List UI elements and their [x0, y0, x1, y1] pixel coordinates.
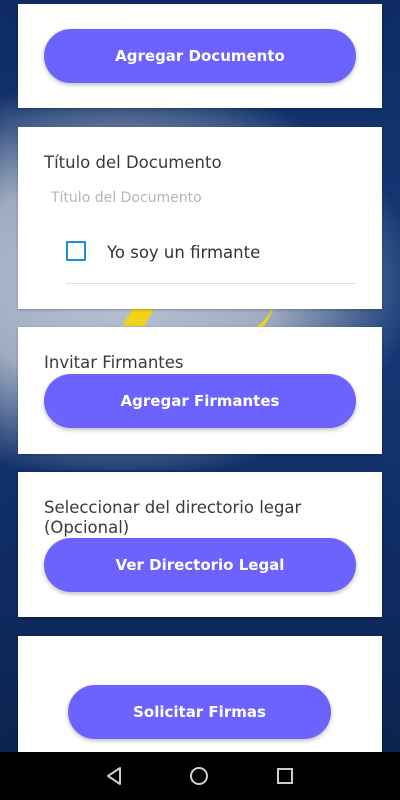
recents-icon[interactable] [275, 766, 295, 786]
signer-checkbox[interactable] [66, 241, 86, 261]
system-navigation-bar [0, 752, 400, 800]
view-legal-directory-button[interactable]: Ver Directorio Legal [44, 538, 356, 592]
legal-directory-optional-label: (Opcional) [44, 518, 130, 537]
document-title-card: Título del Documento Título del Document… [18, 127, 382, 309]
add-document-button[interactable]: Agregar Documento [44, 29, 356, 83]
invite-signers-card: Invitar Firmantes Agregar Firmantes [18, 327, 382, 454]
add-document-card: Agregar Documento [18, 4, 382, 108]
legal-directory-card: Seleccionar del directorio legar (Opcion… [18, 472, 382, 617]
invite-signers-label: Invitar Firmantes [44, 353, 184, 372]
request-signatures-card: Solicitar Firmas [18, 636, 382, 752]
legal-directory-label: Seleccionar del directorio legar [44, 498, 302, 517]
request-signatures-button[interactable]: Solicitar Firmas [68, 685, 331, 739]
back-icon[interactable] [104, 766, 124, 786]
signer-checkbox-label[interactable]: Yo soy un firmante [107, 243, 260, 262]
divider [66, 283, 356, 284]
document-title-label: Título del Documento [44, 153, 222, 172]
document-title-input[interactable]: Título del Documento [51, 190, 202, 206]
home-icon[interactable] [189, 766, 209, 786]
add-signers-button[interactable]: Agregar Firmantes [44, 374, 356, 428]
